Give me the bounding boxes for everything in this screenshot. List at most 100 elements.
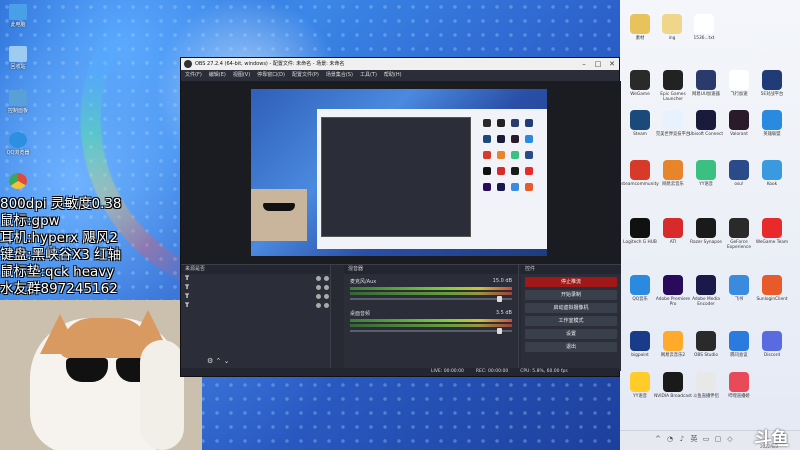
menu-tools[interactable]: 工具(T) [360, 70, 377, 81]
mixer-channel-name: 桌面音频 [350, 311, 371, 317]
exit-button[interactable]: 退出 [525, 342, 617, 352]
notification-icon[interactable]: ▢ [714, 435, 722, 443]
source-item[interactable]: T [181, 301, 330, 310]
desktop-icon-discord[interactable]: Discord [753, 331, 791, 358]
desktop-icon-sunlogin[interactable]: SunloginClient [753, 275, 791, 302]
desktop-icon-recycle-bin[interactable]: 回收站 [2, 46, 34, 70]
perfect-icon [663, 110, 683, 130]
mixer-channel-mic: 麦克风/Aux 15.0 dB [350, 278, 512, 302]
preview-cat-cam [251, 189, 307, 241]
desktop-icon-control-panel[interactable]: 控制面板 [2, 90, 34, 114]
volume-slider[interactable] [350, 296, 512, 302]
steamcommunity-icon [630, 160, 650, 180]
desktop-icon-5e[interactable]: 5E对战平台 [753, 70, 791, 97]
studio-mode-button[interactable]: 工作室模式 [525, 316, 617, 326]
mixer-channel-db: 3.5 dB [495, 310, 512, 316]
desktop-icon-chrome[interactable] [2, 173, 34, 190]
overlay-line-headset: 耳机:hyperx 飓风2 [0, 230, 119, 246]
yy-icon [696, 160, 716, 180]
stop-streaming-button[interactable]: 停止推流 [525, 277, 617, 287]
folder-icon [662, 14, 682, 34]
menu-file[interactable]: 文件(F) [185, 70, 202, 81]
volume-icon[interactable]: ♪ [678, 435, 686, 443]
preview-desktop [317, 109, 547, 249]
media-encoder-icon [696, 275, 716, 295]
battery-icon[interactable]: ▭ [702, 435, 710, 443]
overlay-line-dpi: 800dpi 灵敏度0.38 [0, 196, 122, 212]
desktop-icon-bili[interactable]: 哔哩直播姬 [720, 372, 758, 399]
amd-icon [663, 218, 683, 238]
overlay-line-mouse: 鼠标:gpw [0, 213, 60, 229]
desktop-icon-team[interactable]: WeGame Team [753, 218, 791, 245]
overlay-line-mousepad: 鼠标垫:qck heavy [0, 264, 115, 280]
source-item[interactable]: T [181, 292, 330, 301]
volume-slider[interactable] [350, 328, 512, 334]
eye-icon[interactable] [316, 285, 321, 290]
obs-preview-area[interactable] [181, 81, 621, 264]
yy2-icon [630, 372, 650, 392]
lock-icon[interactable] [324, 303, 329, 308]
settings-button[interactable]: 设置 [525, 329, 617, 339]
shield-icon[interactable]: ◇ [726, 435, 734, 443]
menu-docks[interactable]: 停靠窗口(D) [257, 70, 285, 81]
overlay-line-fan-group: 水友群897245162 [0, 281, 118, 297]
desktop-icon-qq-browser[interactable]: QQ浏览器 [2, 132, 34, 156]
computer-icon [9, 4, 27, 20]
text-file-icon [694, 14, 714, 34]
menu-scene-collection[interactable]: 场景集合(S) [326, 70, 353, 81]
overlay-line-keyboard: 键盘:黑峡谷X3 红轴 [0, 247, 122, 263]
source-item[interactable]: T [181, 283, 330, 292]
lock-icon[interactable] [324, 294, 329, 299]
live-timer: LIVE: 00:00:00 [431, 369, 464, 374]
eye-icon[interactable] [316, 294, 321, 299]
5e-icon [762, 70, 782, 90]
obs-menubar: 文件(F) 编辑(E) 视图(V) 停靠窗口(D) 配置文件(P) 场景集合(S… [181, 70, 619, 81]
menu-help[interactable]: 帮助(H) [384, 70, 402, 81]
league-icon [762, 110, 782, 130]
team-icon [762, 218, 782, 238]
minimize-icon[interactable]: – [577, 58, 591, 70]
desktop-icon-kook[interactable]: Kook [753, 160, 791, 187]
eye-icon[interactable] [316, 303, 321, 308]
chevron-down-icon[interactable]: ⌄ [224, 357, 230, 365]
settings-icon[interactable]: ⚙ [207, 357, 213, 365]
discord-icon [762, 331, 782, 351]
controls-header: 控件 [521, 265, 621, 274]
menu-edit[interactable]: 编辑(E) [209, 70, 226, 81]
cpu-fps: CPU: 5.8%, 60.00 fps [520, 369, 568, 374]
eye-icon[interactable] [316, 276, 321, 281]
desktop-icon-text-file[interactable]: 1536...txt [685, 14, 723, 41]
close-icon[interactable]: ✕ [605, 58, 619, 70]
recycle-bin-icon [9, 46, 27, 62]
desktop-icon-league[interactable]: 英雄联盟 [753, 110, 791, 137]
virtual-camera-button[interactable]: 启动虚拟摄像机 [525, 303, 617, 313]
maximize-icon[interactable]: □ [591, 58, 605, 70]
chevron-up-icon[interactable]: ⌃ [216, 357, 222, 365]
valorant-icon [729, 110, 749, 130]
network-icon[interactable]: ◔ [666, 435, 674, 443]
menu-profile[interactable]: 配置文件(P) [292, 70, 319, 81]
desktop-icon-computer[interactable]: 此电脑 [2, 4, 34, 28]
volume-meter [350, 287, 512, 290]
menu-view[interactable]: 视图(V) [233, 70, 250, 81]
obs-window[interactable]: OBS 27.2.4 (64-bit, windows) - 配置文件: 未命名… [180, 57, 621, 377]
start-recording-button[interactable]: 开始录制 [525, 290, 617, 300]
lock-icon[interactable] [324, 276, 329, 281]
volume-meter [350, 319, 512, 322]
mixer-channel-name: 麦克风/Aux [350, 279, 377, 285]
taskbar-clock: 2022/6/3 [760, 444, 778, 449]
lock-icon[interactable] [324, 285, 329, 290]
obs-titlebar[interactable]: OBS 27.2.4 (64-bit, windows) - 配置文件: 未命名… [181, 58, 619, 70]
controls-dock: 控件 停止推流 开始录制 启动虚拟摄像机 工作室模式 设置 退出 [521, 265, 621, 371]
se-icon [696, 70, 716, 90]
sources-dock: 来源是否 T T T T ⚙ ⌃ ⌄ [181, 265, 331, 371]
chevron-up-icon[interactable]: ^ [654, 435, 662, 443]
language-icon[interactable]: 英 [690, 435, 698, 443]
ubisoft-icon [696, 110, 716, 130]
mixer-header: 混音器 [344, 265, 518, 274]
bili-icon [729, 372, 749, 392]
nvidia-icon [729, 218, 749, 238]
source-item[interactable]: T [181, 274, 330, 283]
sources-header: 来源是否 [181, 265, 330, 274]
mixer-channel-db: 15.0 dB [492, 278, 512, 284]
